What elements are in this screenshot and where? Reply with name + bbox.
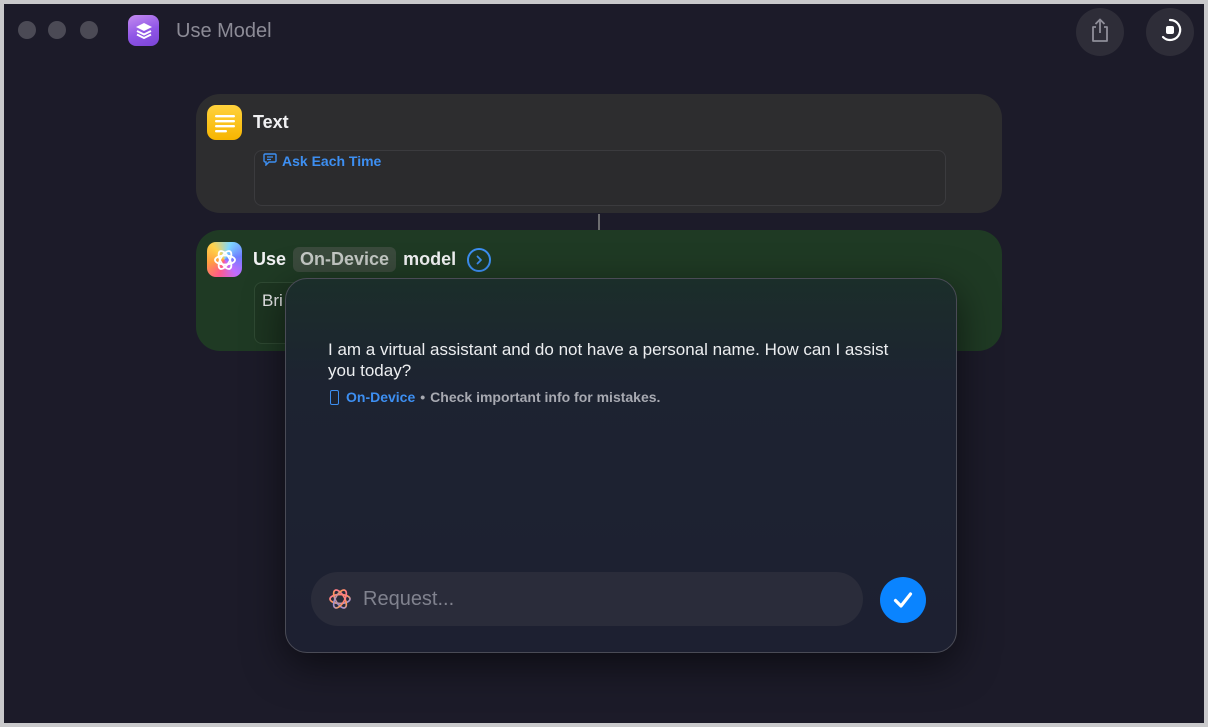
request-input[interactable] <box>361 586 835 612</box>
meta-separator: • <box>420 389 426 405</box>
model-action-suffix: model <box>403 249 457 269</box>
response-meta: On-Device • Check important info for mis… <box>330 389 660 405</box>
disclaimer-text: Check important info for mistakes. <box>430 389 661 405</box>
model-response-text: I am a virtual assistant and do not have… <box>328 340 889 380</box>
run-progress-icon <box>1157 17 1183 48</box>
response-model-label: On-Device <box>346 389 416 405</box>
iphone-icon <box>330 389 339 405</box>
apple-intelligence-small-icon <box>327 586 353 612</box>
expand-options-button[interactable] <box>467 247 492 272</box>
close-window-button[interactable] <box>18 21 36 39</box>
apple-intelligence-icon <box>207 242 242 277</box>
action-connector <box>598 214 600 230</box>
zoom-window-button[interactable] <box>80 21 98 39</box>
run-button[interactable] <box>1146 8 1194 56</box>
text-action-title: Text <box>253 112 289 132</box>
minimize-window-button[interactable] <box>48 21 66 39</box>
submit-button[interactable] <box>880 577 926 623</box>
app-window: Use Model Text Ask Each Time Use On-Devi… <box>4 4 1204 723</box>
ask-each-time-label: Ask Each Time <box>282 153 382 169</box>
model-action-header: Use On-Device model <box>253 247 492 272</box>
shortcuts-icon <box>128 15 159 46</box>
share-icon <box>1088 17 1112 48</box>
model-action-prefix: Use <box>253 249 287 269</box>
checkmark-icon <box>893 592 913 608</box>
share-button[interactable] <box>1076 8 1124 56</box>
text-action-card[interactable]: Text Ask Each Time <box>196 94 1002 213</box>
request-input-bar[interactable] <box>311 572 863 626</box>
prompt-preview-text: Bri <box>262 291 283 310</box>
ask-each-time-token[interactable]: Ask Each Time <box>263 153 381 169</box>
model-response-popup: I am a virtual assistant and do not have… <box>285 278 957 653</box>
model-selector-chip[interactable]: On-Device <box>293 247 397 272</box>
window-title: Use Model <box>176 20 272 42</box>
chevron-right-icon <box>476 255 482 264</box>
text-lines-icon <box>207 105 242 140</box>
text-input-field[interactable]: Ask Each Time <box>254 150 946 206</box>
speech-bubble-icon <box>263 153 277 169</box>
